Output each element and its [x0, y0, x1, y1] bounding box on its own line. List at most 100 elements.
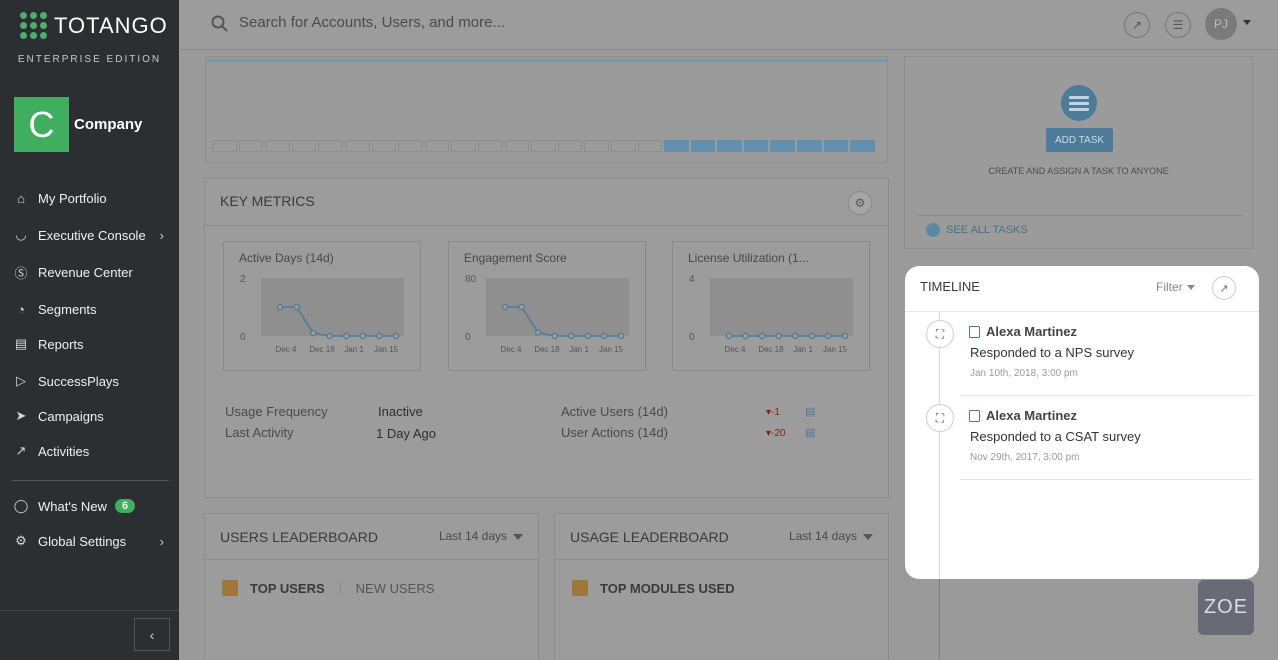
data-point[interactable]: [601, 332, 608, 340]
data-point[interactable]: [808, 332, 816, 340]
lightbulb-icon: ◯: [13, 498, 29, 513]
sidebar-item-label: Activities: [38, 443, 90, 459]
new-item-button[interactable]: ↗: [1124, 12, 1150, 38]
metric-chart-license-utilization[interactable]: License Utilization (1... 4 0 Dec 4 Dec 18 J…: [672, 241, 870, 371]
sidebar-item-revenue-center[interactable]: Ⓢ Revenue Center: [12, 261, 172, 283]
data-point[interactable]: [617, 332, 625, 340]
data-point[interactable]: [841, 332, 849, 340]
company-switcher[interactable]: C Company: [14, 97, 142, 152]
chevron-right-icon: ›: [159, 533, 164, 549]
y-tick-label: 80: [465, 274, 477, 285]
sidebar-item-campaigns[interactable]: ➤ Campaigns: [12, 405, 172, 427]
sidebar-item-label: My Portfolio: [38, 190, 107, 206]
sidebar-item-label: Campaigns: [38, 408, 104, 424]
usage-leaderboard-title: USAGE LEADERBOARD: [570, 529, 729, 545]
data-point[interactable]: [501, 303, 509, 311]
collapse-sidebar-button[interactable]: ‹: [134, 618, 170, 651]
sidebar-item-reports[interactable]: ▤ Reports: [12, 333, 172, 355]
x-tick-label: Jan 15: [599, 345, 624, 354]
data-point[interactable]: [584, 332, 592, 340]
data-point[interactable]: [534, 329, 542, 336]
data-point[interactable]: [758, 332, 766, 340]
active-days-chart: 2 0 Dec 4 Dec 18 Jan 1 Jan 15: [240, 274, 404, 354]
usage-activity-card: [205, 56, 888, 163]
data-point[interactable]: [343, 332, 350, 340]
data-point[interactable]: [359, 332, 367, 340]
document-icon: [969, 325, 980, 338]
chevron-right-icon: ›: [159, 227, 164, 243]
data-point[interactable]: [518, 303, 525, 311]
key-metrics-settings-button[interactable]: ⚙: [848, 191, 872, 215]
brand-edition: ENTERPRISE EDITION: [17, 54, 162, 65]
timeline-share-button[interactable]: ↗: [1212, 276, 1236, 300]
search-input[interactable]: Search for Accounts, Users, and more...: [239, 14, 505, 31]
company-avatar: C: [14, 97, 69, 152]
timeline-event-divider: [960, 479, 1253, 480]
document-icon: [969, 409, 980, 422]
usage-leaderboard-range-dropdown[interactable]: Last 14 days: [789, 529, 873, 543]
license-utilization-chart: 4 0 Dec 4 Dec 18 Jan 1 Jan 15: [689, 274, 853, 354]
x-tick-label: Jan 15: [374, 345, 399, 354]
y-tick-label: 2: [240, 274, 246, 285]
data-point[interactable]: [792, 332, 799, 340]
task-list-button[interactable]: ☰: [1165, 12, 1191, 38]
data-point[interactable]: [276, 303, 284, 311]
data-point[interactable]: [309, 329, 317, 337]
data-point[interactable]: [326, 332, 333, 340]
add-task-button[interactable]: ADD TASK: [1046, 128, 1113, 152]
sidebar-item-label: Executive Console: [38, 227, 146, 243]
dollar-icon: Ⓢ: [14, 265, 28, 281]
sidebar-item-executive-console[interactable]: ◡ Executive Console ›: [12, 224, 172, 246]
data-point[interactable]: [392, 332, 400, 340]
sidebar-item-activities[interactable]: ↗ Activities: [12, 440, 172, 462]
metric-chart-engagement-score[interactable]: Engagement Score 80 0 Dec 4 Dec 18 Jan 1 Jan …: [448, 241, 646, 371]
data-point[interactable]: [293, 303, 300, 311]
sidebar-item-successplays[interactable]: ▷ SuccessPlays: [12, 370, 172, 392]
timeline-event-action: Responded to a NPS survey: [970, 345, 1135, 360]
timeline-event-user[interactable]: Alexa Martinez: [969, 324, 1077, 339]
sidebar-footer-divider: [0, 610, 179, 611]
timeline-event-user-name: Alexa Martinez: [986, 324, 1078, 339]
zoe-assistant-button[interactable]: ZOE: [1198, 580, 1254, 635]
usage-activity-bar: [823, 140, 849, 152]
sidebar-item-segments[interactable]: ◔ Segments: [12, 298, 172, 320]
metric-chart-active-days[interactable]: Active Days (14d) 2 0 Dec 4 Dec 18 Jan 1 Jan …: [223, 241, 421, 371]
sidebar-item-label: What's New: [38, 498, 107, 514]
user-avatar[interactable]: PJ: [1205, 8, 1237, 40]
brand-logo[interactable]: TOTANGO: [20, 12, 168, 40]
data-point[interactable]: [742, 332, 749, 340]
active-users-chart-icon[interactable]: ▤: [805, 405, 815, 418]
megaphone-icon: ➤: [15, 408, 27, 423]
usage-activity-bar: [238, 140, 264, 152]
users-leaderboard-range-dropdown[interactable]: Last 14 days: [439, 529, 523, 543]
data-point[interactable]: [825, 332, 832, 340]
usage-activity-bar: [584, 140, 609, 152]
sidebar-item-label: Reports: [38, 336, 84, 352]
tab-new-users[interactable]: NEW USERS: [356, 581, 435, 596]
data-point[interactable]: [568, 332, 575, 340]
sidebar-item-my-portfolio[interactable]: ⌂ My Portfolio: [12, 187, 172, 209]
company-name: Company: [74, 116, 143, 133]
timeline-filter-dropdown[interactable]: Filter: [1156, 280, 1195, 294]
tab-top-users[interactable]: TOP USERS: [250, 581, 325, 596]
user-actions-label: User Actions (14d): [561, 425, 668, 440]
tasks-subtitle: CREATE AND ASSIGN A TASK TO ANYONE: [988, 166, 1169, 176]
sidebar-item-whats-new[interactable]: ◯ What's New 6: [12, 495, 172, 517]
tab-separator: [339, 582, 341, 594]
sidebar-item-global-settings[interactable]: ⚙ Global Settings ›: [12, 530, 172, 552]
data-point[interactable]: [551, 332, 558, 340]
play-icon: ▷: [16, 373, 26, 388]
whats-new-count-badge: 6: [114, 499, 136, 513]
user-actions-chart-icon[interactable]: ▤: [805, 426, 815, 439]
timeline-axis: [939, 312, 940, 579]
usage-activity-bar: [531, 140, 556, 152]
see-all-tasks-link[interactable]: SEE ALL TASKS: [926, 223, 1028, 237]
usage-leaderboard-divider: [555, 559, 888, 560]
user-menu-caret-icon[interactable]: [1243, 20, 1251, 25]
tab-top-modules-used[interactable]: TOP MODULES USED: [600, 581, 735, 596]
data-point[interactable]: [775, 332, 782, 340]
data-point[interactable]: [376, 332, 383, 340]
timeline-event-date: Nov 29th, 2017, 3:00 pm: [970, 452, 1080, 463]
data-point[interactable]: [725, 332, 733, 340]
timeline-event-user[interactable]: Alexa Martinez: [969, 408, 1077, 423]
